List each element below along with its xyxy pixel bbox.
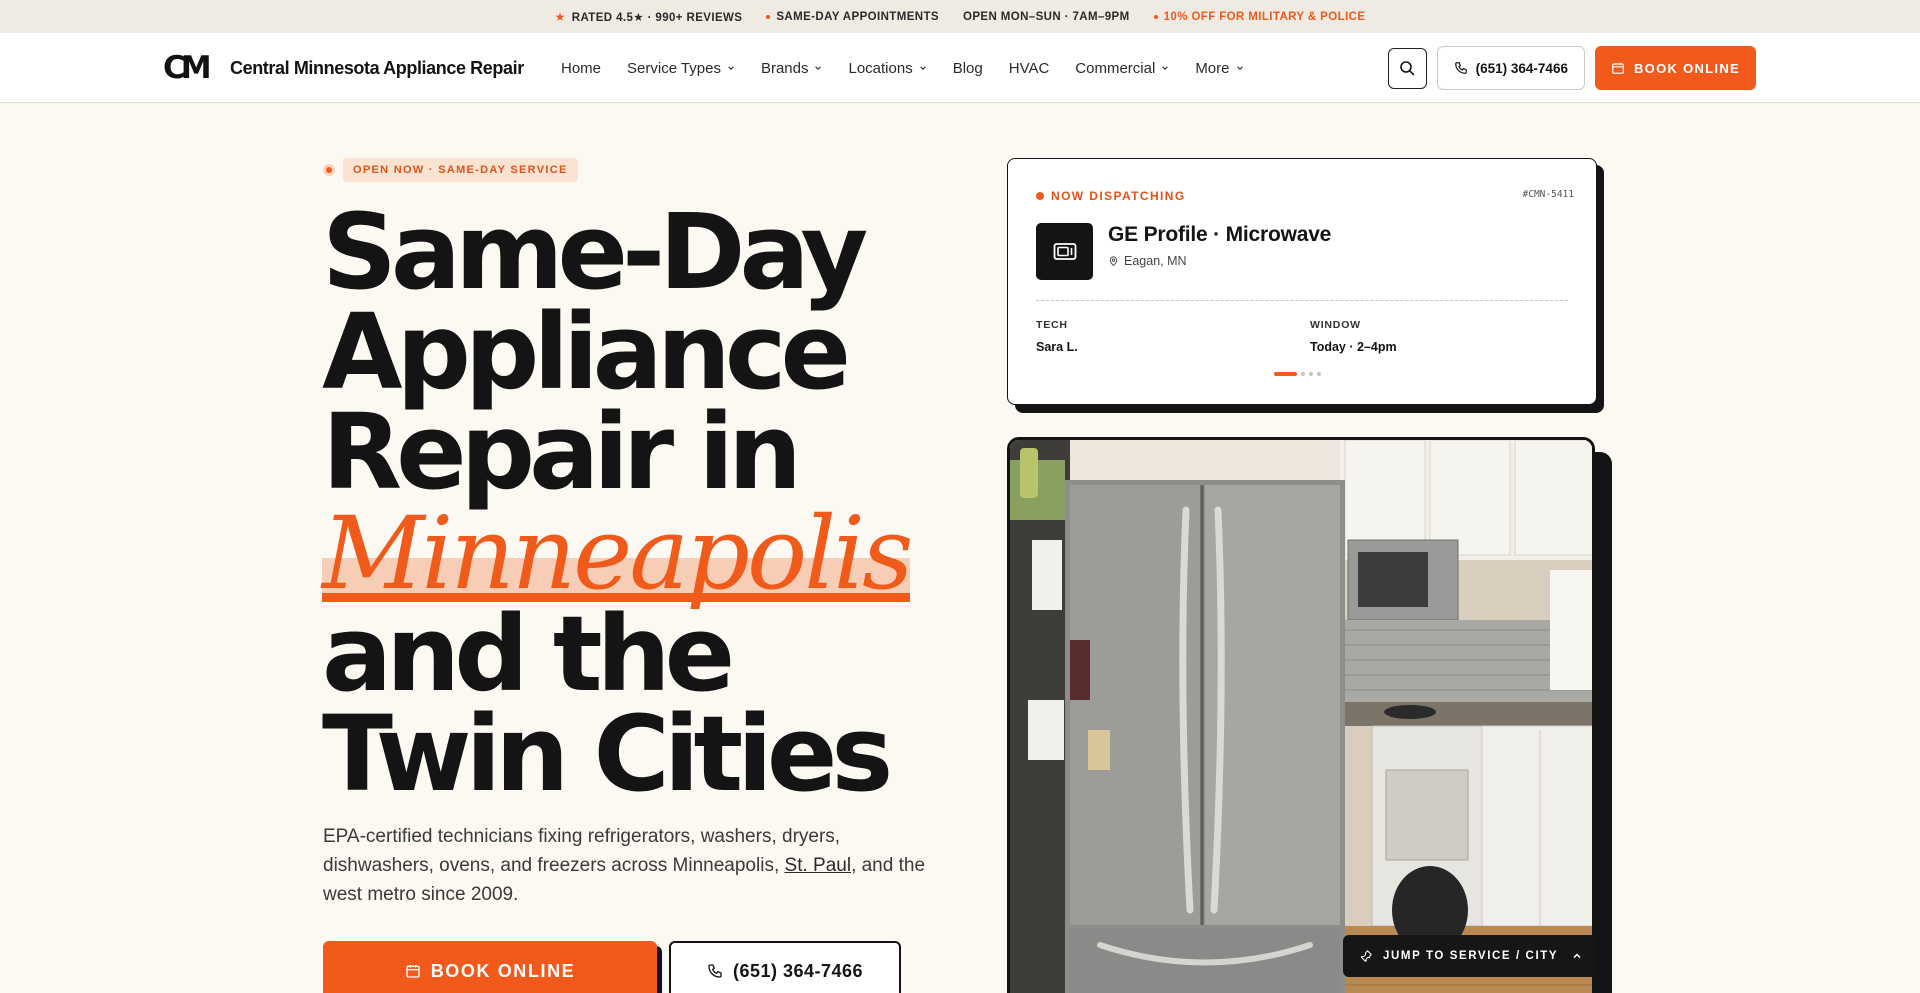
star-icon: ★ — [554, 9, 566, 24]
headline-city-text: Minneapolis — [322, 495, 913, 612]
rating-text: RATED 4.5★ · 990+ REVIEWS — [571, 11, 743, 24]
chevron-down-icon — [1162, 66, 1169, 70]
chevron-down-icon — [1236, 66, 1243, 70]
rating-notice: ★ RATED 4.5★ · 990+ REVIEWS — [555, 10, 743, 24]
carousel-dots — [1274, 372, 1321, 376]
phone-icon — [1454, 62, 1467, 74]
nav-blog-label: Blog — [952, 59, 983, 77]
phone-button[interactable]: (651) 364-7466 — [1436, 46, 1585, 90]
carousel-dot[interactable] — [1317, 372, 1321, 376]
brand-name: Central Minnesota Appliance Repair — [230, 57, 524, 78]
chevron-down-icon — [728, 66, 734, 70]
tech-value: Sara L. — [1036, 340, 1078, 354]
headline-city: Minneapolis — [322, 504, 913, 604]
nav-hvac-label: HVAC — [1008, 59, 1050, 77]
microwave-icon — [1036, 223, 1093, 280]
bullet-icon — [766, 14, 771, 19]
nav-locations[interactable]: Locations — [848, 60, 926, 77]
headline-line-6: Twin Cities — [322, 693, 893, 815]
nav-service-types-label: Service Types — [627, 59, 721, 77]
hero-description: EPA-certified technicians fixing refrige… — [323, 822, 943, 909]
bullet-icon — [1153, 14, 1158, 19]
main-navbar: CM Central Minnesota Appliance Repair Ho… — [0, 33, 1920, 103]
kitchen-refrigerator-image — [1010, 440, 1592, 993]
hero-book-online-button[interactable]: BOOK ONLINE — [323, 941, 657, 993]
hero-book-label: BOOK ONLINE — [430, 960, 576, 981]
carousel-dot[interactable] — [1301, 372, 1305, 376]
chevron-up-icon — [1573, 953, 1581, 959]
search-icon — [1400, 61, 1415, 76]
wrench-icon — [1360, 950, 1372, 962]
dispatch-status: NOW DISPATCHING — [1036, 189, 1186, 203]
hero-headline: Same-Day Appliance Repair in Minneapolis… — [322, 191, 1022, 815]
nav-commercial-label: Commercial — [1075, 59, 1156, 77]
discount-text: 10% OFF FOR MILITARY & POLICE — [1163, 10, 1366, 23]
same-day-notice: SAME-DAY APPOINTMENTS — [766, 11, 939, 23]
nav-hvac[interactable]: HVAC — [1009, 60, 1050, 77]
live-dot-icon — [323, 164, 335, 176]
chevron-down-icon — [815, 66, 822, 70]
hours-notice: OPEN MON–SUN · 7AM–9PM — [963, 11, 1130, 23]
map-pin-icon — [1109, 256, 1118, 267]
search-button[interactable] — [1387, 47, 1427, 89]
calendar-icon — [1612, 62, 1624, 74]
hero-phone-number: (651) 364-7466 — [732, 960, 864, 981]
phone-icon — [708, 964, 722, 978]
dispatch-card: NOW DISPATCHING #CMN-5411 GE Profile · M… — [1007, 158, 1597, 405]
nav-brands[interactable]: Brands — [761, 60, 823, 77]
nav-links: Home Service Types Brands Locations Blog… — [561, 33, 1244, 103]
st-paul-link[interactable]: St. Paul — [785, 855, 852, 876]
nav-more[interactable]: More — [1195, 60, 1243, 77]
nav-more-label: More — [1195, 59, 1230, 77]
nav-locations-label: Locations — [848, 59, 913, 77]
nav-home-label: Home — [561, 59, 602, 77]
book-online-label: BOOK ONLINE — [1633, 60, 1740, 76]
description-part-1: EPA-certified technicians fixing refrige… — [323, 826, 841, 876]
headline-line-1: Same-Day — [322, 191, 868, 313]
calendar-icon — [406, 965, 420, 978]
hero-cta-row: BOOK ONLINE (651) 364-7466 — [323, 941, 901, 993]
dispatch-location-text: Eagan, MN — [1124, 254, 1187, 268]
open-now-text: OPEN NOW · SAME-DAY SERVICE — [343, 158, 578, 182]
hero-phone-button[interactable]: (651) 364-7466 — [669, 941, 901, 993]
book-online-button[interactable]: BOOK ONLINE — [1594, 46, 1756, 90]
logo-mark: CM — [163, 50, 212, 86]
nav-brands-label: Brands — [760, 59, 809, 77]
window-value: Today · 2–4pm — [1310, 340, 1397, 354]
tech-label: TECH — [1036, 319, 1068, 331]
nav-home[interactable]: Home — [561, 60, 601, 77]
chevron-down-icon — [919, 66, 926, 70]
carousel-dot-active[interactable] — [1274, 372, 1297, 376]
headline-line-3: Repair in — [322, 391, 802, 513]
announcement-bar: ★ RATED 4.5★ · 990+ REVIEWS SAME-DAY APP… — [0, 0, 1920, 33]
headline-line-5: and the — [322, 593, 735, 715]
carousel-dot[interactable] — [1309, 372, 1313, 376]
discount-notice: 10% OFF FOR MILITARY & POLICE — [1153, 10, 1366, 23]
kitchen-photo — [1007, 437, 1595, 993]
dispatch-location: Eagan, MN — [1108, 254, 1187, 268]
card-divider — [1036, 300, 1568, 301]
site-logo[interactable]: CM Central Minnesota Appliance Repair — [163, 51, 524, 85]
dispatch-status-text: NOW DISPATCHING — [1051, 189, 1186, 203]
headline-line-2: Appliance — [322, 291, 851, 413]
nav-actions: (651) 364-7466 BOOK ONLINE — [1387, 46, 1756, 90]
hours-text: OPEN MON–SUN · 7AM–9PM — [962, 10, 1130, 23]
phone-number: (651) 364-7466 — [1475, 60, 1568, 76]
nav-service-types[interactable]: Service Types — [627, 60, 735, 77]
jump-label: JUMP TO SERVICE / CITY — [1383, 950, 1559, 962]
ticket-number: #CMN-5411 — [1522, 189, 1574, 200]
nav-commercial[interactable]: Commercial — [1075, 60, 1169, 77]
same-day-text: SAME-DAY APPOINTMENTS — [776, 10, 939, 23]
window-label: WINDOW — [1310, 319, 1361, 331]
nav-blog[interactable]: Blog — [953, 60, 983, 77]
dispatch-appliance: GE Profile · Microwave — [1108, 223, 1332, 246]
status-dot-icon — [1036, 192, 1044, 200]
jump-to-service-bar[interactable]: JUMP TO SERVICE / CITY — [1343, 935, 1595, 977]
open-now-badge: OPEN NOW · SAME-DAY SERVICE — [323, 158, 578, 182]
